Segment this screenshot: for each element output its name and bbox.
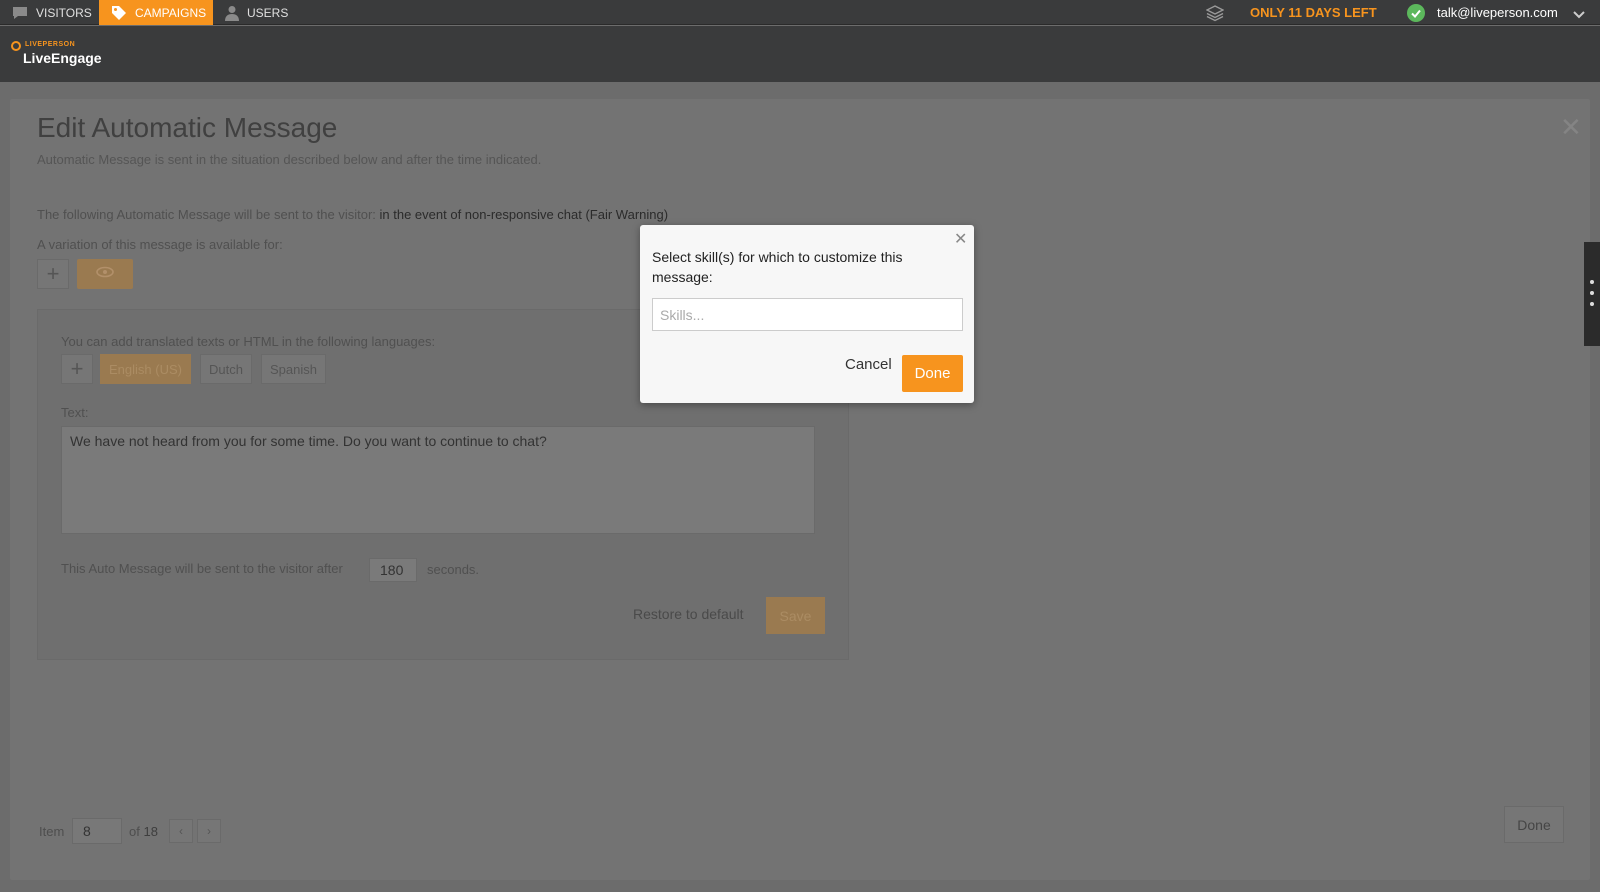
chat-bubble-icon — [12, 6, 28, 20]
top-nav: VISITORS CAMPAIGNS USERS ONLY 11 DAYS LE… — [0, 0, 1600, 25]
tab-users-label: USERS — [247, 5, 289, 20]
seconds-input[interactable]: 180 — [369, 558, 417, 582]
languages-label: You can add translated texts or HTML in … — [61, 334, 436, 349]
restore-default-link[interactable]: Restore to default — [633, 606, 744, 622]
delay-label: This Auto Message will be sent to the vi… — [61, 561, 343, 576]
tag-icon — [111, 5, 127, 21]
chevron-left-icon: ‹ — [179, 824, 183, 838]
tab-users[interactable]: USERS — [213, 0, 300, 25]
skills-modal: ✕ Select skill(s) for which to customize… — [640, 225, 974, 403]
seconds-unit-label: seconds. — [427, 562, 480, 577]
liveperson-logo-icon — [11, 41, 21, 51]
skills-input[interactable] — [652, 298, 963, 331]
modal-title: Select skill(s) for which to customize t… — [652, 249, 903, 285]
total-count: 18 — [143, 824, 158, 839]
language-tab-dutch[interactable]: Dutch — [200, 354, 252, 384]
trigger-description: The following Automatic Message will be … — [37, 207, 668, 222]
tab-visitors[interactable]: VISITORS — [0, 0, 104, 25]
close-icon[interactable]: ✕ — [954, 229, 967, 249]
trial-days-left[interactable]: ONLY 11 DAYS LEFT — [1250, 5, 1377, 20]
prev-item-button[interactable]: ‹ — [169, 819, 193, 843]
text-label: Text: — [61, 405, 89, 420]
item-number-input[interactable]: 8 — [72, 818, 122, 844]
layers-icon[interactable] — [1205, 4, 1225, 27]
cancel-button[interactable]: Cancel — [845, 356, 892, 373]
tab-campaigns-label: CAMPAIGNS — [135, 5, 207, 20]
variation-label: A variation of this message is available… — [37, 237, 283, 252]
page-subtitle: Automatic Message is sent in the situati… — [37, 152, 542, 167]
language-tab-english[interactable]: English (US) — [100, 354, 191, 384]
of-label: of — [129, 824, 140, 839]
page-title: Edit Automatic Message — [37, 112, 338, 143]
tab-campaigns[interactable]: CAMPAIGNS — [99, 0, 213, 25]
item-total: of 18 — [129, 824, 158, 839]
app-header: LIVEPERSON LiveEngage — [0, 26, 1600, 82]
variation-default-button[interactable] — [77, 259, 133, 289]
user-icon — [225, 5, 239, 21]
user-email[interactable]: talk@liveperson.com — [1437, 5, 1558, 20]
edit-message-panel: Edit Automatic Message Automatic Message… — [10, 99, 1590, 880]
logo-brand: LIVEPERSON — [25, 41, 76, 48]
tab-visitors-label: VISITORS — [36, 5, 92, 20]
eye-icon — [95, 265, 115, 283]
add-language-button[interactable]: + — [61, 354, 93, 384]
message-textarea[interactable]: We have not heard from you for some time… — [61, 426, 815, 534]
chevron-down-icon[interactable] — [1573, 7, 1585, 25]
status-check-icon — [1407, 4, 1425, 22]
next-item-button[interactable]: › — [197, 819, 221, 843]
add-variation-button[interactable]: + — [37, 259, 69, 289]
logo-product: LiveEngage — [23, 50, 102, 66]
side-panel-handle[interactable] — [1584, 242, 1600, 346]
modal-done-button[interactable]: Done — [902, 355, 963, 392]
close-icon[interactable]: ✕ — [1560, 112, 1582, 143]
item-label: Item — [39, 824, 65, 839]
chevron-right-icon: › — [207, 824, 211, 838]
save-button[interactable]: Save — [766, 597, 825, 634]
language-tab-spanish[interactable]: Spanish — [261, 354, 326, 384]
more-dots-icon — [1590, 280, 1594, 284]
trigger-label: The following Automatic Message will be … — [37, 207, 376, 222]
done-button[interactable]: Done — [1504, 806, 1564, 843]
trigger-value: in the event of non-responsive chat (Fai… — [379, 207, 669, 222]
